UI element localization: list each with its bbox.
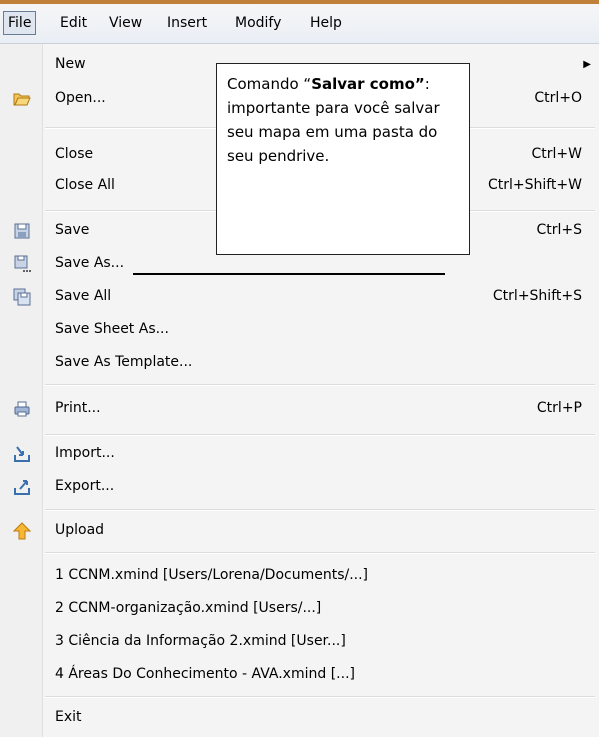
menu-item-shortcut: Ctrl+Shift+W (487, 177, 582, 193)
menu-item-label: Save (55, 222, 90, 238)
menu-item-label: New (55, 56, 86, 72)
callout-text-bold: Salvar como” (311, 75, 425, 93)
menu-item-shortcut: Ctrl+P (536, 400, 582, 416)
menu-item-shortcut: Ctrl+Shift+S (492, 288, 582, 304)
menu-edit[interactable]: Edit (56, 12, 91, 34)
menu-item-label: Close (55, 146, 94, 162)
menu-item-label: Save As Template... (55, 354, 193, 370)
menu-separator (45, 434, 595, 436)
annotation-callout: Comando “Salvar como”: importante para v… (216, 63, 470, 255)
upload-arrow-icon (12, 522, 32, 540)
menu-separator (45, 696, 595, 698)
menu-item-label: 1 CCNM.xmind [Users/Lorena/Documents/...… (55, 567, 369, 583)
save-as-icon (13, 255, 31, 273)
menu-insert[interactable]: Insert (163, 12, 211, 34)
menu-item-print[interactable]: Print... Ctrl+P (0, 392, 599, 425)
menu-item-save-sheet-as[interactable]: Save Sheet As... (0, 313, 599, 346)
save-all-icon (13, 288, 31, 306)
save-icon (13, 222, 31, 240)
menu-item-label: 4 Áreas Do Conhecimento - AVA.xmind [...… (55, 666, 355, 682)
folder-open-icon (13, 90, 31, 108)
menu-item-label: Upload (55, 522, 105, 538)
menu-view[interactable]: View (105, 12, 146, 34)
menu-item-shortcut: Ctrl+O (534, 90, 582, 106)
recent-file-1[interactable]: 1 CCNM.xmind [Users/Lorena/Documents/...… (0, 559, 599, 592)
menu-item-label: Save Sheet As... (55, 321, 169, 337)
recent-file-4[interactable]: 4 Áreas Do Conhecimento - AVA.xmind [...… (0, 658, 599, 691)
recent-file-2[interactable]: 2 CCNM-organização.xmind [Users/...] (0, 592, 599, 625)
print-icon (13, 400, 31, 418)
menu-item-label: Close All (55, 177, 115, 193)
menu-modify[interactable]: Modify (231, 12, 285, 34)
menu-help[interactable]: Help (306, 12, 346, 34)
menu-item-label: 3 Ciência da Informação 2.xmind [User...… (55, 633, 346, 649)
menu-item-save-all[interactable]: Save All Ctrl+Shift+S (0, 280, 599, 313)
recent-file-3[interactable]: 3 Ciência da Informação 2.xmind [User...… (0, 625, 599, 658)
menu-item-exit[interactable]: Exit (0, 701, 599, 734)
menu-item-label: Save All (55, 288, 112, 304)
menu-file[interactable]: File (3, 11, 37, 35)
menu-separator (45, 509, 595, 511)
menu-bar: File Edit View Insert Modify Help (0, 0, 599, 44)
menu-item-upload[interactable]: Upload (0, 514, 599, 547)
menu-item-label: 2 CCNM-organização.xmind [Users/...] (55, 600, 322, 616)
callout-pointer-line (133, 273, 445, 275)
menu-item-shortcut: Ctrl+W (531, 146, 582, 162)
menu-item-label: Save As... (55, 255, 125, 271)
menu-separator (45, 384, 595, 386)
menu-item-label: Print... (55, 400, 101, 416)
menu-item-label: Open... (55, 90, 106, 106)
import-icon (13, 445, 31, 463)
submenu-arrow-icon: ▶ (583, 59, 591, 70)
menu-item-import[interactable]: Import... (0, 437, 599, 470)
menu-item-label: Import... (55, 445, 115, 461)
export-icon (13, 478, 31, 496)
menu-separator (45, 552, 595, 554)
menu-item-export[interactable]: Export... (0, 470, 599, 503)
menu-item-label: Export... (55, 478, 115, 494)
callout-text-start: Comando “ (227, 75, 312, 93)
menu-item-save-as-template[interactable]: Save As Template... (0, 346, 599, 379)
menu-item-shortcut: Ctrl+S (536, 222, 582, 238)
menu-item-label: Exit (55, 709, 82, 725)
